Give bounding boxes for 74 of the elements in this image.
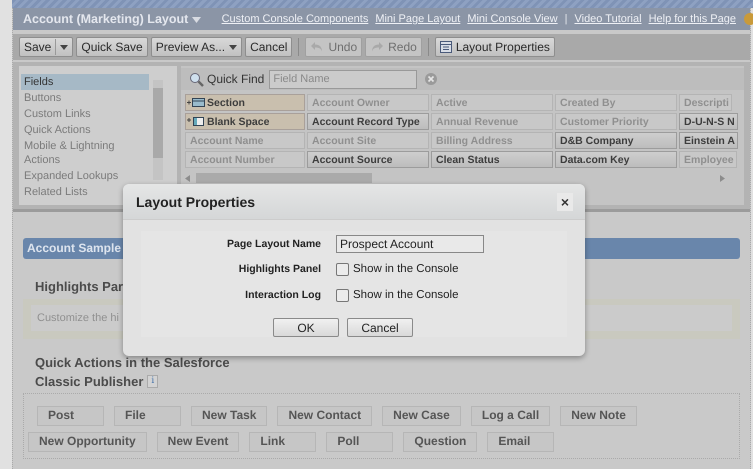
section-heading: Quick Actions in the Salesforce — [35, 355, 230, 370]
checkbox-label: Show in the Console — [353, 263, 458, 275]
field-item[interactable]: Section — [185, 94, 305, 111]
hint-text: Customize the hi — [37, 312, 119, 324]
action-chip[interactable]: New Event — [156, 432, 240, 452]
header-link[interactable]: Video Tutorial — [574, 13, 642, 25]
action-chip[interactable]: Poll — [326, 432, 394, 452]
field-item[interactable]: D-U-N-S N — [679, 113, 738, 130]
clear-icon[interactable] — [425, 73, 438, 85]
header-link[interactable]: Mini Console View — [467, 13, 558, 25]
action-chip[interactable]: New Opportunity — [28, 432, 147, 452]
field-label: Highlights Panel — [238, 263, 322, 275]
section-icon — [187, 98, 205, 107]
checkbox[interactable] — [336, 262, 349, 276]
action-chip[interactable]: New Case — [382, 406, 461, 426]
action-chip[interactable]: New Task — [191, 406, 268, 426]
checkbox-label: Show in the Console — [353, 289, 458, 301]
action-chip[interactable]: Link — [249, 432, 316, 452]
close-button[interactable]: × — [557, 192, 573, 210]
caret-icon — [60, 44, 68, 50]
category-item[interactable]: Fields — [21, 74, 149, 90]
input-field[interactable]: Prospect Account — [336, 235, 484, 253]
scrollbar[interactable] — [185, 172, 725, 184]
category-item[interactable]: Custom Links — [21, 106, 149, 122]
help-icon[interactable] — [744, 13, 753, 25]
toolbar-button[interactable]: Cancel — [245, 37, 292, 57]
dialog-title: Layout Properties — [136, 194, 256, 210]
search-field[interactable]: Field Name — [269, 70, 418, 88]
undo-icon — [310, 41, 324, 53]
section-heading: Classic Publisher — [35, 374, 144, 389]
toolbar-button[interactable]: Save — [19, 37, 74, 57]
field-label: Page Layout Name — [226, 238, 322, 250]
field-item[interactable]: Account Source — [307, 151, 429, 168]
field-item[interactable]: Account Record Type — [307, 113, 429, 130]
blank-space-icon — [187, 117, 205, 126]
right-arrow-icon[interactable] — [720, 174, 725, 182]
field-item[interactable]: Einstein A — [679, 132, 738, 149]
separator: | — [564, 13, 568, 25]
action-chip[interactable]: Email — [487, 432, 554, 452]
action-chip[interactable]: Log a Call — [470, 406, 550, 426]
category-item[interactable]: Expanded Lookups — [21, 168, 149, 184]
checkbox[interactable] — [336, 288, 349, 302]
toolbar-button[interactable]: Quick Save — [76, 37, 148, 57]
field-item[interactable]: Blank Space — [185, 113, 305, 130]
layout-title[interactable]: Account (Marketing) Layout — [23, 12, 188, 26]
category-item[interactable]: Mobile & Lightning Actions — [21, 138, 149, 168]
section-heading: Highlights Par — [35, 279, 124, 294]
category-item[interactable]: Buttons — [21, 90, 149, 106]
action-chip[interactable]: Question — [403, 432, 478, 452]
action-chip[interactable]: File — [114, 406, 181, 426]
caret-icon — [229, 44, 238, 50]
search-icon — [189, 72, 204, 86]
cancel-button[interactable]: Cancel — [347, 318, 413, 337]
table-icon — [440, 41, 452, 53]
info-icon[interactable]: i — [147, 375, 158, 388]
action-chip[interactable]: New Note — [560, 406, 637, 426]
header-link[interactable]: Help for this Page — [648, 13, 736, 25]
caret-icon[interactable] — [192, 17, 202, 23]
quick-find-label: Quick Find — [207, 72, 264, 86]
redo-icon — [370, 41, 384, 53]
left-arrow-icon[interactable] — [185, 174, 190, 182]
field-item[interactable]: Clean Status — [431, 151, 553, 168]
ok-button[interactable]: OK — [273, 318, 339, 337]
category-item[interactable]: Quick Actions — [21, 122, 149, 138]
header-link[interactable]: Custom Console Components — [222, 13, 368, 25]
action-chip[interactable]: Post — [37, 406, 104, 426]
field-label: Interaction Log — [244, 289, 322, 301]
toolbar-button[interactable]: Layout Properties — [434, 37, 555, 57]
header-link[interactable]: Mini Page Layout — [375, 13, 460, 25]
action-chip[interactable]: New Contact — [277, 406, 372, 426]
field-item[interactable]: D&B Company — [555, 132, 677, 149]
field-item[interactable]: Data.com Key — [555, 151, 677, 168]
toolbar-button[interactable]: Preview As... — [150, 37, 242, 57]
scrollbar[interactable] — [153, 80, 163, 180]
